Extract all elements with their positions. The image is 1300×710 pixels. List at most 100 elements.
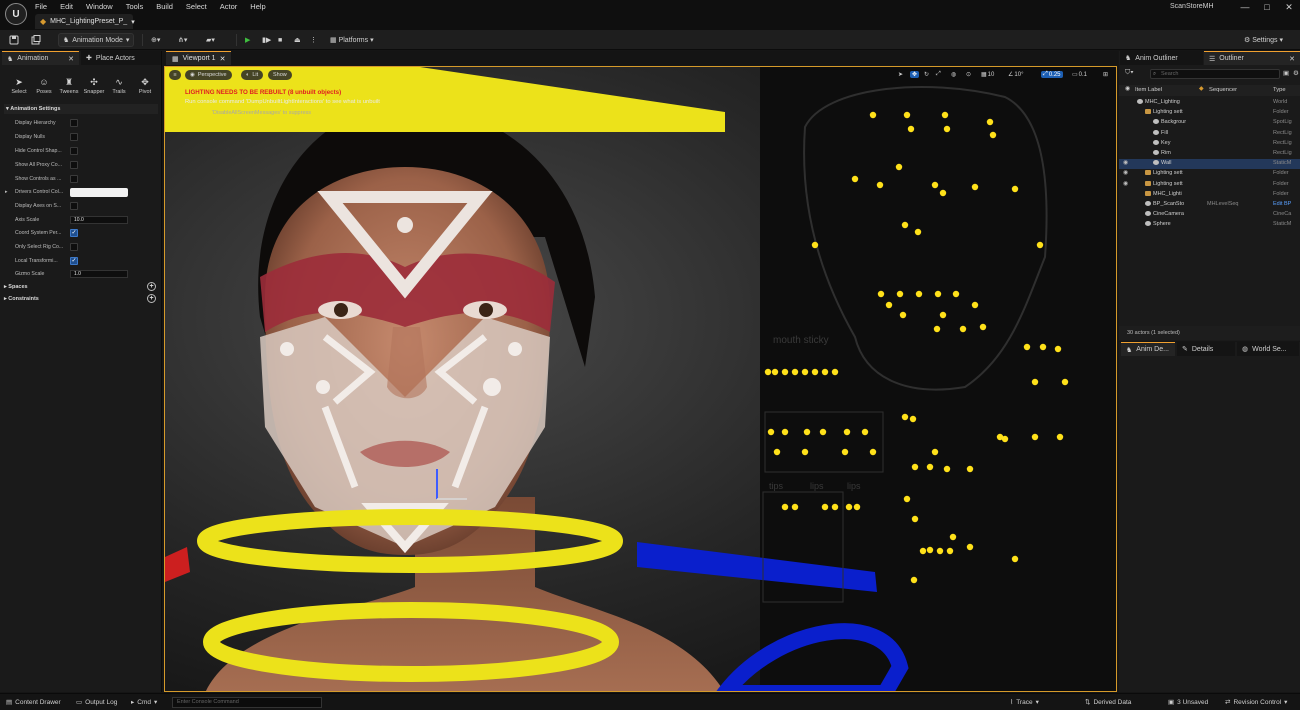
facial-control-dot[interactable]	[1036, 241, 1044, 249]
close-window-button[interactable]: ✕	[1282, 2, 1296, 13]
facial-control-dot[interactable]	[915, 290, 923, 298]
step-button[interactable]: ▮▶	[262, 33, 271, 47]
facial-control-dot[interactable]	[939, 311, 947, 319]
facial-control-dot[interactable]	[841, 448, 849, 456]
facial-control-dot[interactable]	[952, 290, 960, 298]
facial-control-dot[interactable]	[933, 325, 941, 333]
menu-tools[interactable]: Tools	[126, 2, 144, 11]
stop-button[interactable]: ■	[278, 33, 282, 47]
chevron-right-icon[interactable]: ▸	[5, 189, 15, 195]
facial-control-dot[interactable]	[1056, 433, 1064, 441]
axis-scale-field[interactable]: 10.0	[70, 216, 128, 224]
tab-animation[interactable]: ♞ Animation ✕	[2, 51, 79, 65]
level-viewport[interactable]: mouth sticky tips lips lips ≡ ◉ Perspecti…	[164, 66, 1117, 692]
tool-pivot[interactable]: ✥ Pivot	[133, 77, 157, 95]
outliner-row[interactable]: Rim RectLig	[1119, 149, 1300, 159]
rotation-snap-button[interactable]: ∠ 10°	[1008, 71, 1023, 79]
checkbox[interactable]	[70, 119, 78, 127]
facial-control-dot[interactable]	[831, 368, 839, 376]
tab-dropdown-icon[interactable]: ▾	[131, 18, 135, 26]
checkbox-checked[interactable]: ✓	[70, 257, 78, 265]
facial-control-dot[interactable]	[931, 448, 939, 456]
level-document-tab[interactable]: ◆ MHC_LightingPreset_P_ ▾	[35, 14, 135, 29]
menu-help[interactable]: Help	[250, 2, 265, 11]
section-spaces[interactable]: ▸ Spaces +	[4, 281, 158, 292]
facial-control-dot[interactable]	[931, 181, 939, 189]
camera-speed-button[interactable]: ▭ 0.1	[1072, 71, 1087, 79]
facial-control-dot[interactable]	[1011, 555, 1019, 563]
facial-control-dot[interactable]	[911, 463, 919, 471]
outliner-row[interactable]: Key RectLig	[1119, 139, 1300, 149]
select-mode-icon[interactable]: ➤	[898, 71, 903, 78]
outliner-row[interactable]: ◉ Lighting sett Folder	[1119, 169, 1300, 179]
mode-selector[interactable]: ♞ Animation Mode ▾	[58, 33, 135, 47]
outliner-item-type[interactable]: Edit BP	[1273, 201, 1300, 207]
minimize-button[interactable]: —	[1238, 2, 1252, 12]
facial-control-dot[interactable]	[1011, 185, 1019, 193]
facial-control-dot[interactable]	[909, 415, 917, 423]
facial-control-dot[interactable]	[1001, 435, 1009, 443]
facial-control-dot[interactable]	[861, 428, 869, 436]
facial-control-dot[interactable]	[811, 368, 819, 376]
facial-control-dot[interactable]	[877, 290, 885, 298]
maximize-button[interactable]: □	[1260, 2, 1274, 12]
facial-control-dot[interactable]	[801, 448, 809, 456]
facial-control-dot[interactable]	[966, 543, 974, 551]
facial-control-dot[interactable]	[943, 465, 951, 473]
unreal-logo-icon[interactable]: U	[5, 3, 27, 25]
scale-icon[interactable]: ⤢	[936, 71, 941, 78]
facial-control-dot[interactable]	[914, 228, 922, 236]
facial-control-dot[interactable]	[791, 368, 799, 376]
outliner-row[interactable]: BP_ScanSto MHLevelSeq Edit BP	[1119, 200, 1300, 210]
facial-control-dot[interactable]	[934, 290, 942, 298]
derived-data-button[interactable]: ⇅ Derived Data	[1085, 698, 1131, 707]
viewport-menu-button[interactable]: ≡	[169, 70, 181, 80]
facial-control-dot[interactable]	[899, 311, 907, 319]
facial-control-dot[interactable]	[819, 428, 827, 436]
facial-control-dot[interactable]	[781, 503, 789, 511]
animation-settings-header[interactable]: ▾ Animation Settings	[4, 104, 158, 114]
facial-control-dot[interactable]	[843, 428, 851, 436]
unsaved-button[interactable]: ▣ 3 Unsaved	[1168, 698, 1208, 707]
outliner-row[interactable]: ◉ Wall StaticM	[1119, 159, 1300, 170]
facial-control-dot[interactable]	[949, 533, 957, 541]
trace-button[interactable]: ⌇ Trace ▾	[1010, 698, 1039, 707]
facial-control-dot[interactable]	[1031, 378, 1039, 386]
play-options-button[interactable]: ⋮	[310, 33, 317, 47]
outliner-row[interactable]: Sphere StaticM	[1119, 220, 1300, 230]
column-sequencer[interactable]: Sequencer	[1209, 87, 1237, 93]
tool-trails[interactable]: ∿ Trails	[107, 77, 131, 95]
facial-control-dot[interactable]	[781, 368, 789, 376]
platforms-button[interactable]: ▦ Platforms ▾	[330, 33, 374, 47]
tab-place-actors[interactable]: ✚ Place Actors	[81, 51, 161, 65]
close-icon[interactable]: ✕	[220, 55, 226, 63]
outliner-row[interactable]: MHC_Lighti Folder	[1119, 190, 1300, 200]
facial-control-dot[interactable]	[885, 301, 893, 309]
facial-control-dot[interactable]	[979, 323, 987, 331]
surface-snap-icon[interactable]: ⊙	[966, 71, 971, 78]
gizmo-scale-field[interactable]: 1.0	[70, 270, 128, 278]
menu-actor[interactable]: Actor	[220, 2, 238, 11]
facial-control-dot[interactable]	[781, 428, 789, 436]
facial-control-dot[interactable]	[821, 368, 829, 376]
facial-control-dot[interactable]	[811, 241, 819, 249]
content-drawer-button[interactable]: ▤ Content Drawer	[6, 698, 61, 707]
facial-control-dot[interactable]	[896, 290, 904, 298]
menu-file[interactable]: File	[35, 2, 47, 11]
checkbox[interactable]	[70, 202, 78, 210]
tab-anim-details[interactable]: ♞ Anim De...	[1121, 342, 1175, 356]
show-button[interactable]: Show	[268, 70, 292, 80]
menu-select[interactable]: Select	[186, 2, 207, 11]
facial-control-dot[interactable]	[831, 503, 839, 511]
facial-control-dot[interactable]	[946, 547, 954, 555]
cmd-selector[interactable]: ▸ Cmd ▾	[131, 698, 157, 707]
facial-control-dot[interactable]	[959, 325, 967, 333]
source-control-icon[interactable]	[31, 33, 41, 47]
outliner-row[interactable]: CineCamera CineCa	[1119, 210, 1300, 220]
add-icon[interactable]: +	[147, 294, 156, 303]
visibility-eye-icon[interactable]: ◉	[1123, 180, 1128, 187]
viewport-layout-icon[interactable]: ⊞	[1103, 71, 1108, 78]
outliner-row[interactable]: ◉ Lighting sett Folder	[1119, 180, 1300, 190]
facial-control-dot[interactable]	[966, 465, 974, 473]
visibility-eye-icon[interactable]: ◉	[1123, 159, 1128, 166]
